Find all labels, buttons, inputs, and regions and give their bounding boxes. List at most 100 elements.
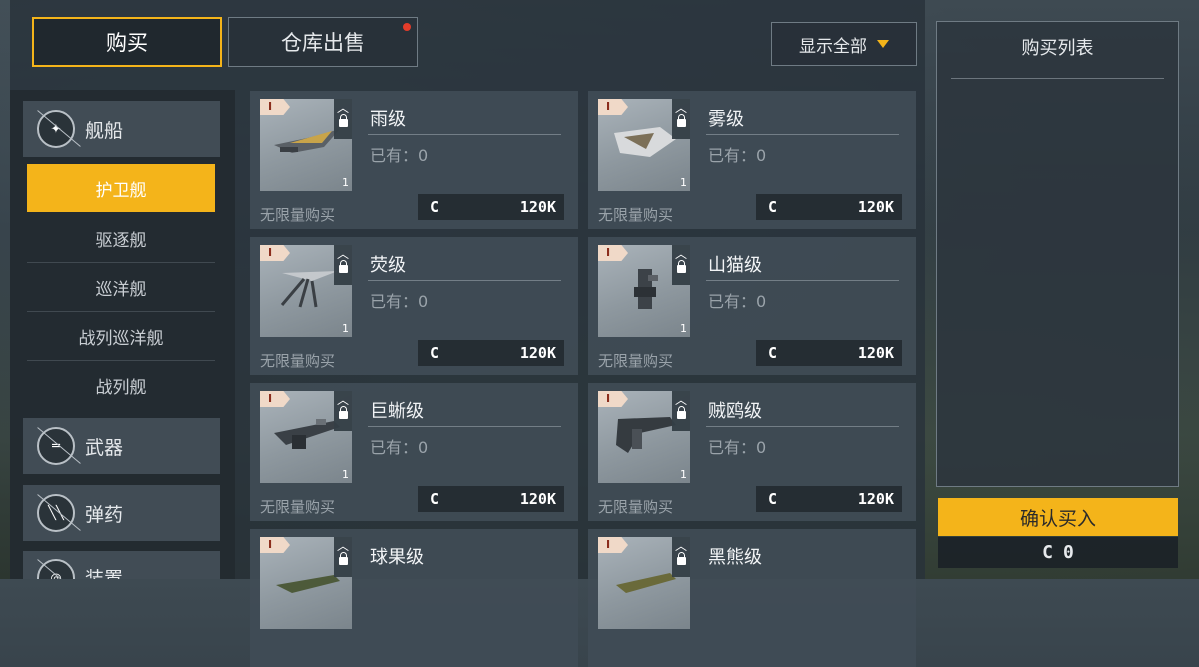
- chevron-up-icon: ︿: [336, 101, 349, 115]
- item-divider: [368, 134, 561, 135]
- lock-column: ︿: [672, 245, 690, 285]
- item-card[interactable]: I ︿ 1 巨蜥级 已有：0 无限量购买 C 120K: [250, 383, 578, 521]
- subcategory-label: 战列舰: [95, 377, 147, 398]
- item-name: 巨蜥级: [370, 401, 424, 422]
- item-card[interactable]: I ︿ 1 雨级已有：0 无限量购买 C 120K: [250, 91, 578, 229]
- subcategory-frigate[interactable]: 护卫舰: [27, 164, 215, 212]
- confirm-purchase-button[interactable]: 确认买入: [938, 498, 1178, 536]
- chevron-up-icon: ︿: [336, 393, 349, 407]
- price-value: 120K: [519, 344, 556, 362]
- item-card[interactable]: I ︿ 球果级: [250, 529, 578, 667]
- price-value: 120K: [857, 344, 894, 362]
- tier-badge: I: [260, 99, 290, 115]
- category-ammo-label: 弹药: [85, 503, 124, 526]
- confirm-purchase-label: 确认买入: [1019, 507, 1096, 530]
- owned-count: 已有：0: [708, 146, 767, 165]
- subcategory-label: 战列巡洋舰: [78, 328, 164, 349]
- price-value: 120K: [857, 490, 894, 508]
- ship-thumbnail: I ︿ 1: [260, 99, 352, 191]
- unlimited-purchase-label: 无限量购买: [260, 352, 336, 370]
- price-button[interactable]: C 120K: [418, 340, 564, 366]
- ammo-icon: ╲╲: [37, 494, 75, 532]
- weapon-icon: ═: [37, 427, 75, 465]
- price-value: 120K: [519, 198, 556, 216]
- subcategory-label: 巡洋舰: [95, 279, 147, 300]
- tab-warehouse-sell[interactable]: 仓库出售: [228, 17, 418, 67]
- price-button[interactable]: C 120K: [418, 486, 564, 512]
- category-ships-label: 舰船: [85, 119, 124, 142]
- purchase-list-title: 购买列表: [1021, 38, 1094, 59]
- lock-column: ︿: [672, 391, 690, 431]
- subcategory-cruiser[interactable]: 巡洋舰: [27, 263, 215, 312]
- chevron-up-icon: ︿: [674, 539, 687, 553]
- currency-icon: C: [1042, 542, 1053, 563]
- currency-icon: C: [768, 198, 778, 216]
- purchase-list-panel: 购买列表: [936, 21, 1179, 487]
- stack-count: 1: [680, 176, 687, 189]
- category-equipment-label: 装置: [85, 568, 124, 579]
- item-name: 雨级: [370, 109, 406, 130]
- lock-icon: [676, 260, 686, 273]
- owned-count: 已有：0: [708, 438, 767, 457]
- item-card[interactable]: I ︿ 1 贼鸥级 已有：0 无限量购买 C 120K: [588, 383, 916, 521]
- unlimited-purchase-label: 无限量购买: [260, 206, 336, 224]
- lock-column: ︿: [672, 99, 690, 139]
- total-cost: C 0: [938, 537, 1178, 568]
- tier-badge: I: [598, 391, 628, 407]
- lock-column: ︿: [334, 99, 352, 139]
- item-card[interactable]: I ︿ 1 荧级已有：0 无限量购买 C 120K: [250, 237, 578, 375]
- unlimited-purchase-label: 无限量购买: [598, 352, 674, 370]
- subcategory-destroyer[interactable]: 驱逐舰: [27, 214, 215, 263]
- filter-dropdown[interactable]: 显示全部: [771, 22, 917, 66]
- item-card[interactable]: I ︿ 1 山猫级 已有：0 无限量购买 C 120K: [588, 237, 916, 375]
- stack-count: 1: [680, 322, 687, 335]
- price-button[interactable]: C 120K: [418, 194, 564, 220]
- lock-icon: [676, 552, 686, 565]
- tier-badge: I: [260, 537, 290, 553]
- subcategory-label: 驱逐舰: [95, 230, 147, 251]
- lock-column: ︿: [672, 537, 690, 577]
- subcategory-battleship[interactable]: 战列舰: [27, 361, 215, 409]
- currency-icon: C: [430, 198, 440, 216]
- lock-column: ︿: [334, 391, 352, 431]
- price-button[interactable]: C 120K: [756, 340, 902, 366]
- stack-count: 1: [342, 322, 349, 335]
- category-equipment[interactable]: ◎ 装置: [23, 551, 220, 579]
- category-weapons[interactable]: ═ 武器: [23, 418, 220, 474]
- item-divider: [368, 426, 561, 427]
- ship-thumbnail: I ︿ 1: [260, 245, 352, 337]
- category-sidebar: ✦ 舰船 护卫舰 驱逐舰 巡洋舰 战列巡洋舰 战列舰 ═ 武器 ╲╲ 弹药 ◎ …: [10, 90, 235, 579]
- owned-count: 已有：0: [708, 292, 767, 311]
- price-button[interactable]: C 120K: [756, 194, 902, 220]
- tab-buy[interactable]: 购买: [32, 17, 222, 67]
- category-ammo[interactable]: ╲╲ 弹药: [23, 485, 220, 541]
- category-ships[interactable]: ✦ 舰船: [23, 101, 220, 157]
- owned-count: 已有：0: [370, 292, 429, 311]
- tier-badge: I: [260, 245, 290, 261]
- item-name: 球果级: [370, 547, 424, 568]
- subcategory-battlecruiser[interactable]: 战列巡洋舰: [27, 312, 215, 361]
- ship-thumbnail: I ︿ 1: [598, 99, 690, 191]
- item-card[interactable]: I ︿ 黑熊级: [588, 529, 916, 667]
- chevron-up-icon: ︿: [674, 393, 687, 407]
- tier-badge: I: [598, 245, 628, 261]
- lock-icon: [676, 406, 686, 419]
- currency-icon: C: [430, 490, 440, 508]
- lock-icon: [338, 552, 348, 565]
- item-card[interactable]: I ︿ 1 雾级 已有：0 无限量购买 C 120K: [588, 91, 916, 229]
- currency-icon: C: [768, 344, 778, 362]
- lock-icon: [338, 114, 348, 127]
- item-name: 荧级: [370, 255, 406, 276]
- price-button[interactable]: C 120K: [756, 486, 902, 512]
- equipment-icon: ◎: [37, 559, 75, 579]
- chevron-up-icon: ︿: [674, 247, 687, 261]
- ship-thumbnail: I ︿: [260, 537, 352, 629]
- category-weapons-label: 武器: [85, 436, 124, 459]
- price-value: 120K: [857, 198, 894, 216]
- stack-count: 1: [342, 176, 349, 189]
- chevron-up-icon: ︿: [674, 101, 687, 115]
- owned-count: 已有：0: [370, 146, 429, 165]
- tier-badge: I: [598, 99, 628, 115]
- currency-icon: C: [768, 490, 778, 508]
- lock-column: ︿: [334, 245, 352, 285]
